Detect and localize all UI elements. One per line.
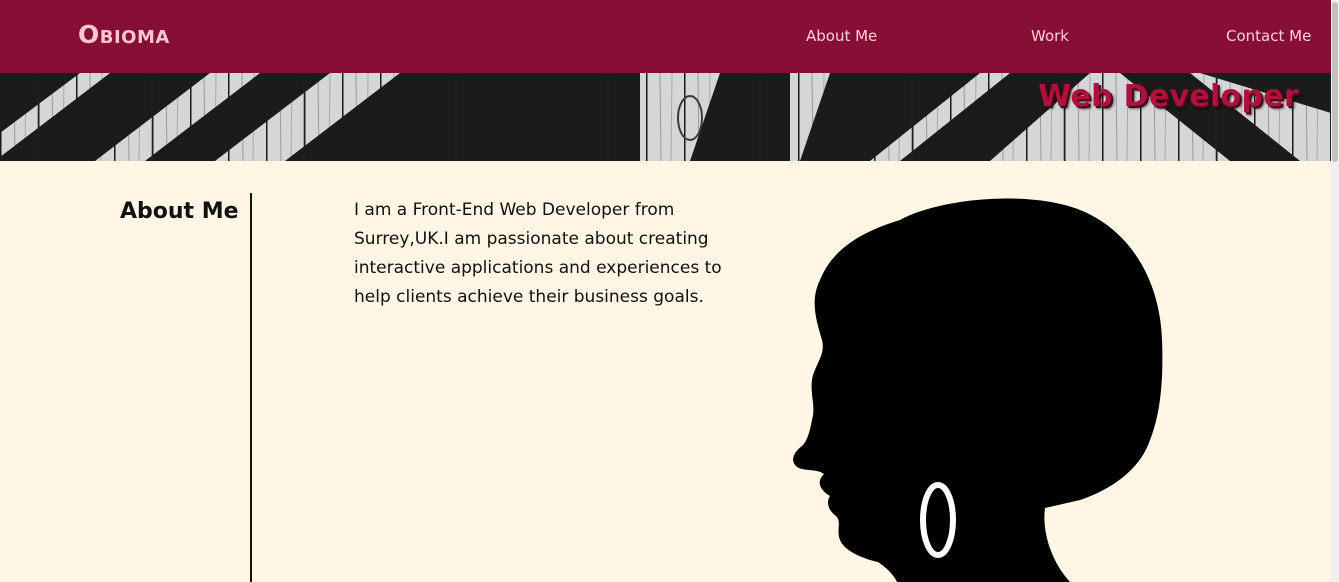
banner-title: Web Developer xyxy=(1038,79,1299,114)
nav-link-about-me[interactable]: About Me xyxy=(806,27,877,45)
vertical-scrollbar[interactable] xyxy=(1331,0,1339,582)
navbar: Obioma About Me Work Contact Me xyxy=(0,0,1331,73)
nav-link-contact-me[interactable]: Contact Me xyxy=(1226,27,1311,45)
nav-link-work[interactable]: Work xyxy=(1031,27,1069,45)
about-description: I am a Front-End Web Developer from Surr… xyxy=(354,200,722,307)
woman-silhouette-icon xyxy=(793,198,1163,582)
brand-logo-link[interactable]: Obioma xyxy=(78,20,170,49)
scrollbar-thumb[interactable] xyxy=(1332,2,1338,162)
about-heading: About Me xyxy=(120,199,239,224)
page: Obioma About Me Work Contact Me Web Deve… xyxy=(0,0,1339,582)
hero-banner: Web Developer xyxy=(0,73,1331,161)
vertical-divider xyxy=(250,193,252,582)
